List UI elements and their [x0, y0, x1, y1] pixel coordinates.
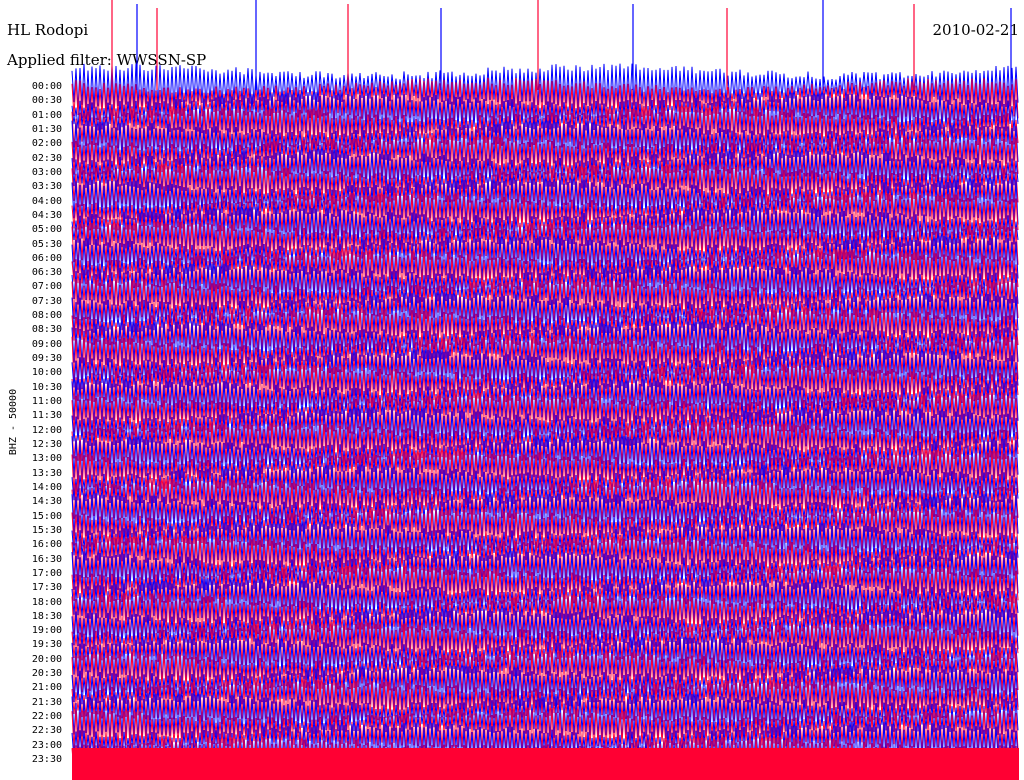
trace-tail-band	[72, 748, 1019, 780]
helicorder-plot	[71, 0, 1019, 780]
